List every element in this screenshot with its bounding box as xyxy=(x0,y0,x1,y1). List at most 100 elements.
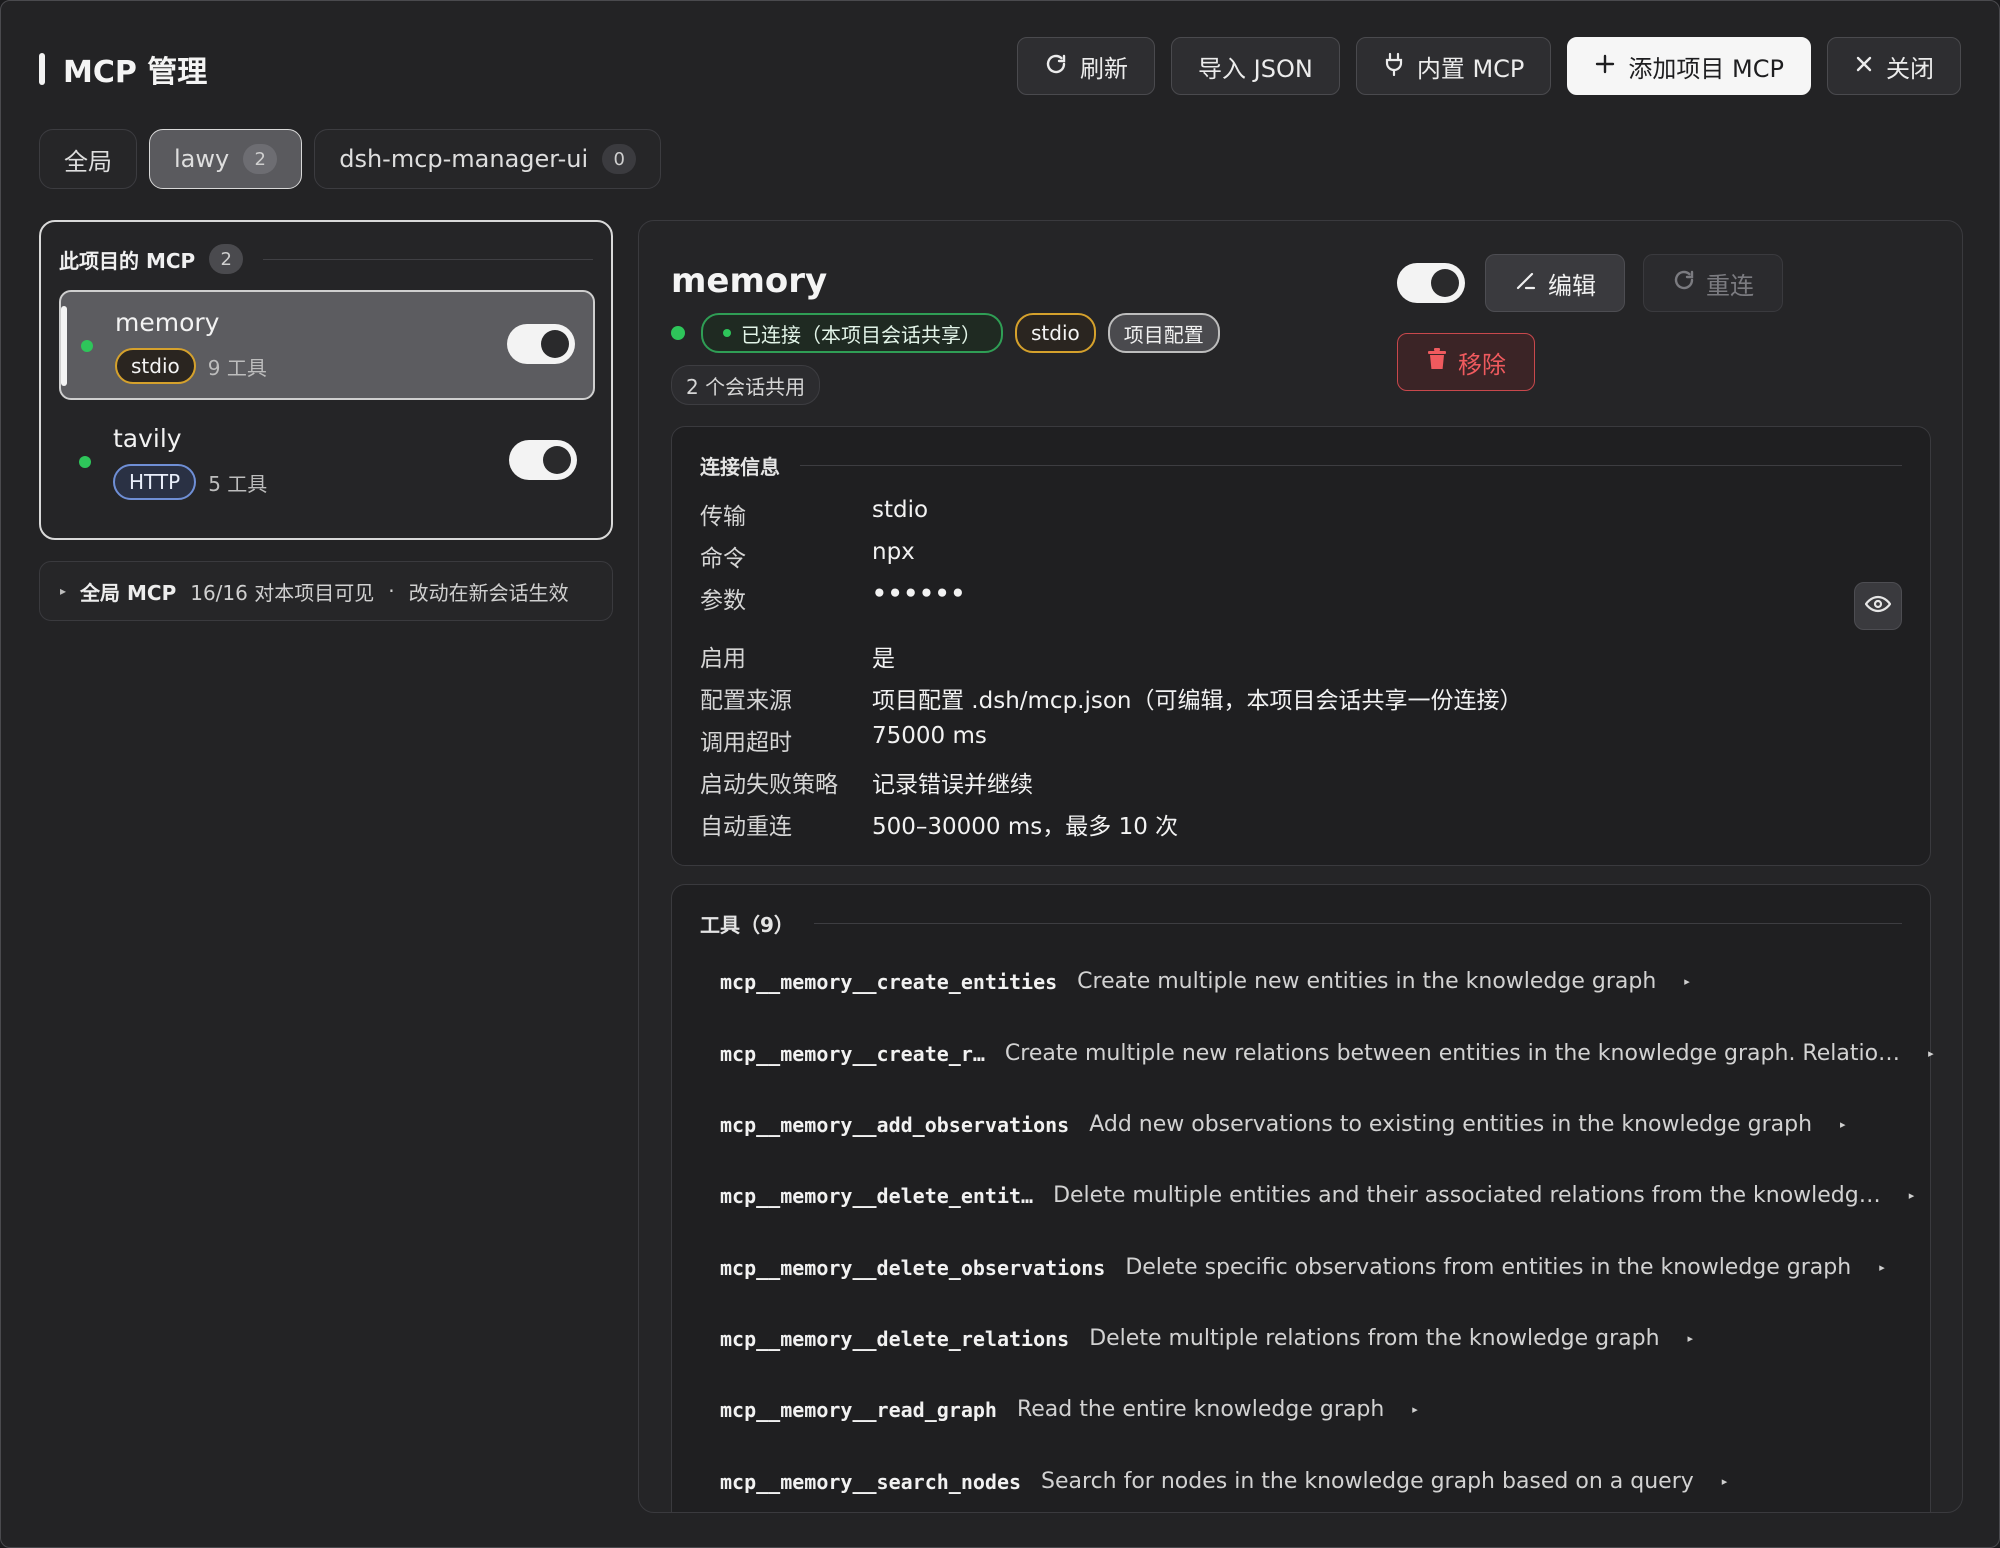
tool-item[interactable]: mcp__memory__read_graph Read the entire … xyxy=(720,1397,1418,1422)
tool-item[interactable]: mcp__memory__create_r… Create multiple n… xyxy=(720,1041,1934,1066)
global-mcp-visible: 16/16 对本项目可见 xyxy=(190,580,375,605)
import-json-button[interactable]: 导入 JSON xyxy=(1171,37,1340,95)
tool-item[interactable]: mcp__memory__create_entities Create mult… xyxy=(720,969,1690,994)
expand-triangle-icon: ▸ xyxy=(60,584,67,598)
tool-description: Create multiple new entities in the know… xyxy=(1077,969,1657,994)
edit-button[interactable]: 编辑 xyxy=(1485,254,1625,312)
tool-description: Delete specific observations from entiti… xyxy=(1125,1255,1852,1280)
heading-divider xyxy=(800,465,1902,466)
info-row-auto-reconnect: 自动重连 500–30000 ms，最多 10 次 xyxy=(700,807,1178,841)
tool-item[interactable]: mcp__memory__delete_entit… Delete multip… xyxy=(720,1183,1914,1208)
server-item-tavily[interactable]: tavily HTTP 5 工具 xyxy=(59,408,595,518)
transport-badge: stdio xyxy=(115,348,196,384)
remove-button[interactable]: 移除 xyxy=(1397,333,1535,391)
refresh-label: 刷新 xyxy=(1080,54,1129,83)
info-row-transport: 传输 stdio xyxy=(700,497,928,531)
shared-sessions-badge: 2 个会话共用 xyxy=(671,365,821,405)
scope-tabs: 全局 lawy 2 dsh-mcp-manager-ui 0 xyxy=(39,129,662,189)
transport-badge: stdio xyxy=(1015,313,1096,353)
close-icon xyxy=(1854,53,1874,79)
info-key: 命令 xyxy=(700,546,746,572)
info-key: 参数 xyxy=(700,588,746,614)
server-enable-toggle[interactable] xyxy=(507,324,575,364)
title-accent-bar xyxy=(39,53,45,85)
tool-item[interactable]: mcp__memory__search_nodes Search for nod… xyxy=(720,1469,1727,1494)
tab-lawy[interactable]: lawy 2 xyxy=(149,129,303,189)
info-value: stdio xyxy=(872,497,929,523)
reconnect-label: 重连 xyxy=(1706,271,1754,300)
edit-icon xyxy=(1514,268,1538,298)
tool-description: Create multiple new relations between en… xyxy=(1004,1041,1901,1066)
expand-triangle-icon: ▸ xyxy=(1908,1189,1915,1202)
reconnect-icon xyxy=(1672,268,1696,298)
server-item-memory[interactable]: memory stdio 9 工具 xyxy=(59,290,595,400)
tab-dsh-mcp-manager-ui[interactable]: dsh-mcp-manager-ui 0 xyxy=(314,129,662,189)
tool-name: mcp__memory__create_r… xyxy=(720,1041,985,1066)
plus-icon xyxy=(1594,53,1616,80)
import-json-label: 导入 JSON xyxy=(1198,54,1313,83)
global-mcp-label: 全局 MCP xyxy=(80,580,177,605)
detail-enable-toggle[interactable] xyxy=(1397,263,1465,303)
server-enable-toggle[interactable] xyxy=(509,440,577,480)
edit-label: 编辑 xyxy=(1548,271,1596,300)
info-key: 调用超时 xyxy=(700,730,792,756)
info-value: 75000 ms xyxy=(872,723,987,749)
masked-args-value: •••••• xyxy=(872,581,967,607)
panel-count-badge: 2 xyxy=(209,244,244,274)
reveal-args-button[interactable] xyxy=(1854,582,1902,630)
config-source-badge: 项目配置 xyxy=(1107,313,1220,353)
tab-count-badge: 0 xyxy=(602,144,637,174)
tool-item[interactable]: mcp__memory__delete_observations Delete … xyxy=(720,1255,1885,1280)
tool-description: Search for nodes in the knowledge graph … xyxy=(1041,1469,1694,1494)
info-key: 启用 xyxy=(700,646,746,672)
info-value: npx xyxy=(872,539,915,565)
page-title: MCP 管理 xyxy=(39,47,207,91)
toggle-knob xyxy=(543,446,571,474)
global-mcp-disclosure[interactable]: ▸ 全局 MCP 16/16 对本项目可见 · 改动在新会话生效 xyxy=(39,561,613,621)
expand-triangle-icon: ▸ xyxy=(1412,1403,1418,1416)
separator-dot: · xyxy=(388,579,395,603)
project-mcp-panel: 此项目的 MCP 2 memory stdio 9 工具 tavily HTTP… xyxy=(39,220,613,540)
expand-triangle-icon: ▸ xyxy=(1928,1047,1934,1060)
mcp-manager-window: MCP 管理 刷新 导入 JSON 内置 MCP 添加项目 MCP 关闭 全局 … xyxy=(0,0,2000,1548)
tab-global[interactable]: 全局 xyxy=(39,129,137,189)
tool-item[interactable]: mcp__memory__add_observations Add new ob… xyxy=(720,1112,1846,1137)
status-dot xyxy=(79,456,91,468)
info-row-args: 参数 •••••• xyxy=(700,581,966,615)
connection-status-text: 已连接（本项目会话共享） xyxy=(741,322,981,347)
info-row-timeout: 调用超时 75000 ms xyxy=(700,723,987,757)
detail-badges: 已连接（本项目会话共享） stdio 项目配置 xyxy=(671,313,1220,353)
connection-info-card: 连接信息 传输 stdio 命令 npx 参数 •••••• 启用 是 配置来源… xyxy=(671,426,1931,866)
status-dot xyxy=(671,326,685,340)
info-value: 500–30000 ms，最多 10 次 xyxy=(872,814,1179,840)
info-key: 配置来源 xyxy=(700,688,792,714)
detail-server-name: memory xyxy=(671,261,828,301)
tab-label: lawy xyxy=(174,145,230,173)
info-row-config-source: 配置来源 项目配置 .dsh/mcp.json（可编辑，本项目会话共享一份连接） xyxy=(700,681,1523,715)
title-text: MCP 管理 xyxy=(63,55,208,90)
toggle-knob xyxy=(541,330,569,358)
add-project-mcp-button[interactable]: 添加项目 MCP xyxy=(1567,37,1811,95)
tool-description: Read the entire knowledge graph xyxy=(1016,1397,1385,1422)
reconnect-button[interactable]: 重连 xyxy=(1643,254,1783,312)
server-name: tavily xyxy=(113,424,182,453)
connection-status-badge: 已连接（本项目会话共享） xyxy=(701,313,1003,353)
refresh-button[interactable]: 刷新 xyxy=(1017,37,1156,95)
connection-info-title: 连接信息 xyxy=(700,455,780,479)
global-mcp-note: 改动在新会话生效 xyxy=(408,580,569,605)
tool-description: Delete multiple entities and their assoc… xyxy=(1053,1183,1881,1208)
tools-title: 工具（9） xyxy=(700,913,794,937)
selected-accent-bar xyxy=(61,306,67,386)
expand-triangle-icon: ▸ xyxy=(1721,1475,1728,1488)
tool-item[interactable]: mcp__memory__delete_relations Delete mul… xyxy=(720,1326,1693,1351)
tools-heading: 工具（9） xyxy=(700,909,1902,938)
connection-info-heading: 连接信息 xyxy=(700,451,1902,480)
close-button[interactable]: 关闭 xyxy=(1827,37,1961,95)
connected-dot-icon xyxy=(723,329,731,337)
tool-name: mcp__memory__read_graph xyxy=(720,1397,997,1422)
info-value: 项目配置 .dsh/mcp.json（可编辑，本项目会话共享一份连接） xyxy=(872,688,1523,714)
remove-label: 移除 xyxy=(1458,350,1506,379)
builtin-mcp-button[interactable]: 内置 MCP xyxy=(1355,37,1552,95)
tool-description: Delete multiple relations from the knowl… xyxy=(1089,1326,1660,1351)
top-actions: 刷新 导入 JSON 内置 MCP 添加项目 MCP 关闭 xyxy=(1017,37,1961,95)
